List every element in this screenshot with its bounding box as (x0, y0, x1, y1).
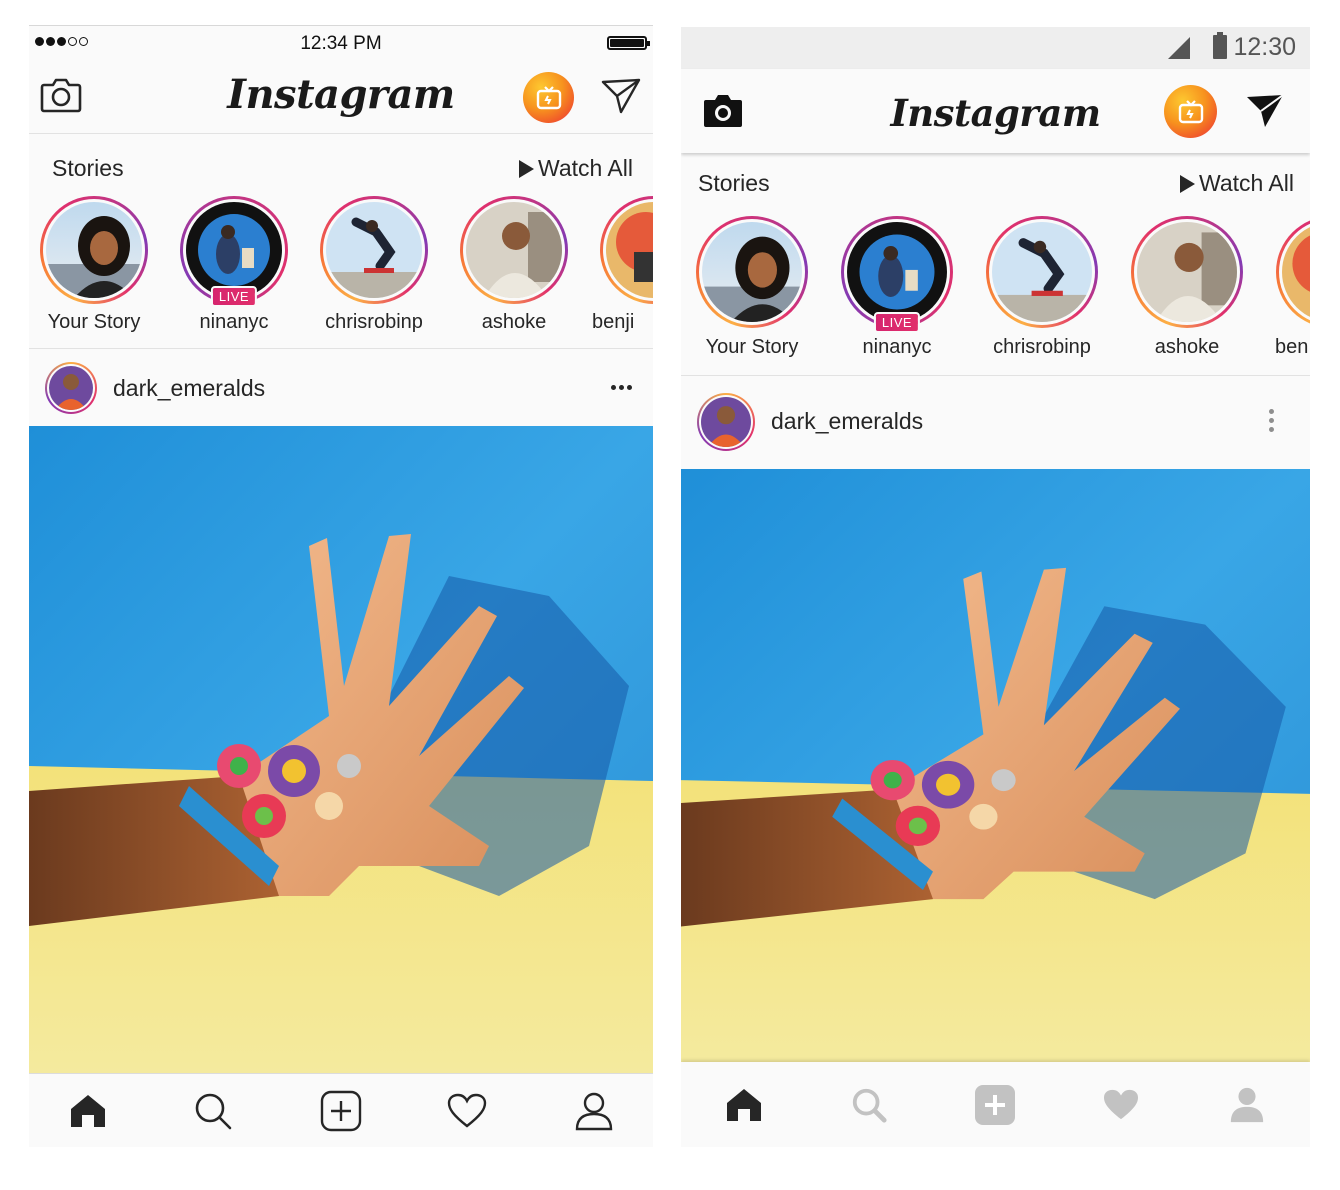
story-name: ashoke (1154, 336, 1220, 358)
story-your-story[interactable]: Your Story (40, 196, 148, 336)
story-your-story[interactable]: Your Story (696, 216, 808, 366)
story-avatar (847, 222, 947, 322)
story-avatar (1137, 222, 1237, 322)
watch-all-label: Watch All (537, 155, 633, 181)
profile-icon[interactable] (1217, 1062, 1277, 1147)
play-icon (518, 159, 534, 178)
story-avatar (326, 202, 422, 298)
story-ashoke[interactable]: ashoke (1131, 216, 1243, 366)
battery-icon (607, 36, 650, 50)
watch-all-button[interactable]: Watch All (1179, 170, 1294, 197)
status-bar: 12:30 (681, 27, 1310, 69)
story-chrisrobinp[interactable]: chrisrobinp (320, 196, 428, 336)
heart-icon[interactable] (1091, 1062, 1151, 1147)
story-name: Your Story (705, 336, 799, 358)
story-name: ashoke (481, 311, 547, 333)
add-post-icon[interactable] (311, 1074, 371, 1147)
story-avatar (702, 222, 802, 322)
divider (681, 375, 1310, 376)
story-name: benji (592, 311, 635, 333)
top-nav-bar: Instagram (29, 59, 653, 134)
status-time: 12:34 PM (300, 33, 382, 54)
story-chrisrobinp[interactable]: chrisrobinp (986, 216, 1098, 366)
profile-icon[interactable] (564, 1074, 624, 1147)
post-author-avatar[interactable] (697, 393, 755, 451)
story-ashoke[interactable]: ashoke (460, 196, 568, 336)
post-photo[interactable] (29, 426, 653, 1074)
ios-phone-screen: 12:34 PM Instagram Stories Watch All You… (29, 25, 653, 1147)
story-name: ben (1275, 336, 1309, 358)
story-name: Your Story (47, 311, 141, 333)
battery-icon (1213, 32, 1227, 59)
story-name: ninanyc (862, 336, 932, 358)
divider (29, 348, 653, 349)
post-author-avatar[interactable] (45, 362, 97, 414)
stories-heading: Stories (698, 170, 770, 196)
post-username[interactable]: dark_emeralds (113, 375, 265, 402)
bottom-tab-bar (681, 1062, 1310, 1147)
story-name: chrisrobinp (325, 311, 423, 333)
signal-icon (1168, 37, 1190, 59)
story-avatar (992, 222, 1092, 322)
live-badge: LIVE (873, 312, 921, 333)
igtv-icon[interactable] (1164, 85, 1217, 138)
post-photo[interactable] (681, 469, 1310, 1062)
watch-all-label: Watch All (1198, 170, 1294, 196)
story-avatar (466, 202, 562, 298)
heart-icon[interactable] (437, 1074, 497, 1147)
direct-message-icon[interactable] (601, 78, 641, 119)
home-icon[interactable] (714, 1062, 774, 1147)
story-ninanyc[interactable]: LIVE ninanyc (841, 216, 953, 366)
story-avatar (46, 202, 142, 298)
story-avatar (1282, 222, 1310, 322)
story-ben[interactable]: ben (1275, 216, 1310, 366)
story-name: chrisrobinp (993, 336, 1091, 358)
igtv-icon[interactable] (523, 72, 574, 123)
story-ninanyc[interactable]: LIVE ninanyc (180, 196, 288, 336)
top-nav-bar: Instagram (681, 69, 1310, 153)
status-bar: 12:34 PM (29, 25, 653, 60)
status-time: 12:30 (1233, 33, 1296, 61)
story-name: ninanyc (199, 311, 269, 333)
more-options-icon[interactable] (1269, 409, 1274, 432)
add-post-icon[interactable] (965, 1062, 1025, 1147)
search-icon[interactable] (183, 1074, 243, 1147)
live-badge: LIVE (210, 286, 258, 307)
stories-heading: Stories (52, 155, 124, 181)
direct-message-icon[interactable] (1245, 93, 1285, 134)
play-icon (1179, 174, 1195, 193)
search-icon[interactable] (839, 1062, 899, 1147)
story-avatar (606, 202, 653, 298)
story-benji[interactable]: benji (592, 196, 653, 336)
watch-all-button[interactable]: Watch All (518, 155, 633, 182)
bottom-tab-bar (29, 1073, 653, 1147)
more-options-icon[interactable] (611, 385, 632, 390)
home-icon[interactable] (58, 1074, 118, 1147)
post-username[interactable]: dark_emeralds (771, 408, 923, 435)
android-phone-screen: 12:30 Instagram Stories Watch All Your S… (681, 27, 1310, 1147)
story-avatar (186, 202, 282, 298)
